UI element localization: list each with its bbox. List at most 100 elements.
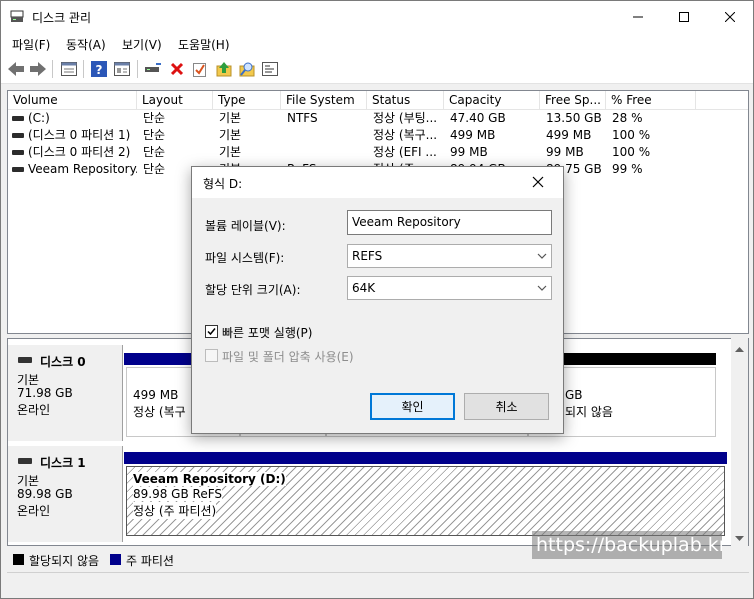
cell-capacity: 499 MB <box>450 128 496 142</box>
drive-icon <box>12 133 24 138</box>
disk-state: 온라인 <box>17 504 51 518</box>
partition-bar-unallocated <box>564 353 716 365</box>
minimize-button[interactable] <box>615 1 661 32</box>
volume-row[interactable]: (디스크 0 파티션 1) 단순 기본 정상 (복구... 499 MB 499… <box>8 127 748 144</box>
watermark: https://backuplab.kr <box>532 531 722 559</box>
cell-type: 기본 <box>219 111 242 125</box>
column-volume[interactable]: Volume <box>8 91 137 110</box>
menu-view[interactable]: 보기(V) <box>122 36 162 53</box>
file-system-value: REFS <box>352 249 383 263</box>
menu-file[interactable]: 파일(F) <box>12 36 50 53</box>
cell-status: 정상 (EFI ... <box>373 145 437 159</box>
column-percent-free[interactable]: % Free <box>606 91 696 110</box>
up-button[interactable] <box>214 59 234 79</box>
column-layout[interactable]: Layout <box>137 91 213 110</box>
cell-percent-free: 100 % <box>612 128 651 142</box>
checkmark-icon <box>207 328 216 336</box>
partition-title: Veeam Repository (D:) <box>133 472 286 486</box>
volume-list-header: Volume Layout Type File System Status Ca… <box>8 91 748 110</box>
volume-label-input[interactable]: Veeam Repository <box>347 210 552 235</box>
partition-status: 정상 (복구 <box>133 405 186 419</box>
allocation-unit-label: 할당 단위 크기(A): <box>205 283 301 297</box>
partition-size: GB <box>565 388 583 402</box>
allocation-unit-select[interactable]: 64K <box>347 276 552 300</box>
drive-icon <box>12 116 24 121</box>
legend-primary-swatch <box>110 554 121 565</box>
close-icon <box>725 11 735 22</box>
volume-row[interactable]: (디스크 0 파티션 2) 단순 기본 정상 (EFI ... 99 MB 99… <box>8 144 748 161</box>
cell-percent-free: 100 % <box>612 145 651 159</box>
scroll-up-icon[interactable] <box>731 341 748 358</box>
volume-row[interactable]: (C:) 단순 기본 NTFS 정상 (부팅... 47.40 GB 13.50… <box>8 110 748 127</box>
legend-unallocated-label: 할당되지 않음 <box>29 554 100 568</box>
ok-button[interactable]: 확인 <box>370 393 455 420</box>
toolbar-separator <box>83 60 84 78</box>
column-file-system[interactable]: File System <box>281 91 367 110</box>
chevron-down-icon <box>537 285 547 291</box>
console-button[interactable] <box>260 59 280 79</box>
cell-type: 기본 <box>219 145 242 159</box>
cell-file-system <box>287 144 367 161</box>
cell-volume: (디스크 0 파티션 1) <box>28 128 131 142</box>
search-icon <box>239 62 255 77</box>
forward-icon <box>30 62 46 76</box>
menu-action[interactable]: 동작(A) <box>66 36 106 53</box>
properties-button[interactable] <box>112 59 132 79</box>
help-icon: ? <box>91 61 107 77</box>
help-button[interactable]: ? <box>89 59 109 79</box>
title-bar: 디스크 관리 <box>1 1 753 32</box>
column-capacity[interactable]: Capacity <box>444 91 540 110</box>
disk-0-label[interactable]: 디스크 0 기본 71.98 GB 온라인 <box>8 345 123 441</box>
cell-file-system: NTFS <box>287 111 318 125</box>
partition-bar-primary <box>124 452 727 464</box>
window-title: 디스크 관리 <box>32 11 92 25</box>
legend-primary-label: 주 파티션 <box>126 554 174 568</box>
dialog-close-button[interactable] <box>526 171 550 193</box>
disk-1-label[interactable]: 디스크 1 기본 89.98 GB 온라인 <box>8 446 123 542</box>
cell-type: 기본 <box>219 128 242 142</box>
quick-format-checkbox[interactable] <box>205 325 218 338</box>
column-status[interactable]: Status <box>367 91 444 110</box>
status-bar <box>7 572 749 594</box>
disk-management-icon <box>10 10 24 22</box>
cell-status: 정상 (복구... <box>373 128 438 142</box>
connect-button[interactable] <box>143 59 163 79</box>
column-free-space[interactable]: Free Sp... <box>540 91 606 110</box>
properties-icon <box>114 62 130 76</box>
delete-button[interactable] <box>167 59 187 79</box>
partition-veeam-repository[interactable]: Veeam Repository (D:) 89.98 GB ReFS 정상 (… <box>126 466 725 536</box>
partition-status: 되지 않음 <box>565 405 613 419</box>
dialog-title-bar: 형식 D: <box>192 167 563 198</box>
back-button[interactable] <box>6 59 26 79</box>
disk-icon <box>18 458 32 464</box>
disk-size: 71.98 GB <box>17 386 73 400</box>
maximize-icon <box>679 11 689 22</box>
chevron-down-icon <box>537 253 547 259</box>
disk-pane-scrollbar[interactable] <box>731 338 748 546</box>
partition-status: 정상 (주 파티션) <box>133 502 217 519</box>
format-dialog: 형식 D: 볼륨 레이블(V): Veeam Repository 파일 시스템… <box>191 166 564 434</box>
menu-help[interactable]: 도움말(H) <box>178 36 230 53</box>
cell-percent-free: 28 % <box>612 111 643 125</box>
toolbar-separator <box>137 60 138 78</box>
list-view-icon <box>61 62 77 76</box>
cancel-button[interactable]: 취소 <box>464 393 549 420</box>
close-icon <box>532 176 544 188</box>
check-button[interactable] <box>190 59 210 79</box>
back-icon <box>8 62 24 76</box>
minimize-icon <box>633 16 643 17</box>
close-button[interactable] <box>707 1 753 32</box>
cell-percent-free: 99 % <box>612 162 643 176</box>
forward-button[interactable] <box>28 59 48 79</box>
cell-volume: Veeam Repository... <box>28 162 137 176</box>
search-button[interactable] <box>237 59 257 79</box>
list-view-button[interactable] <box>59 59 79 79</box>
scroll-down-icon[interactable] <box>731 530 748 547</box>
maximize-button[interactable] <box>661 1 707 32</box>
file-system-select[interactable]: REFS <box>347 244 552 268</box>
file-system-label: 파일 시스템(F): <box>205 251 285 265</box>
cell-volume: (C:) <box>28 111 50 125</box>
up-icon <box>216 62 232 77</box>
legend-unallocated-swatch <box>13 554 24 565</box>
column-type[interactable]: Type <box>213 91 281 110</box>
